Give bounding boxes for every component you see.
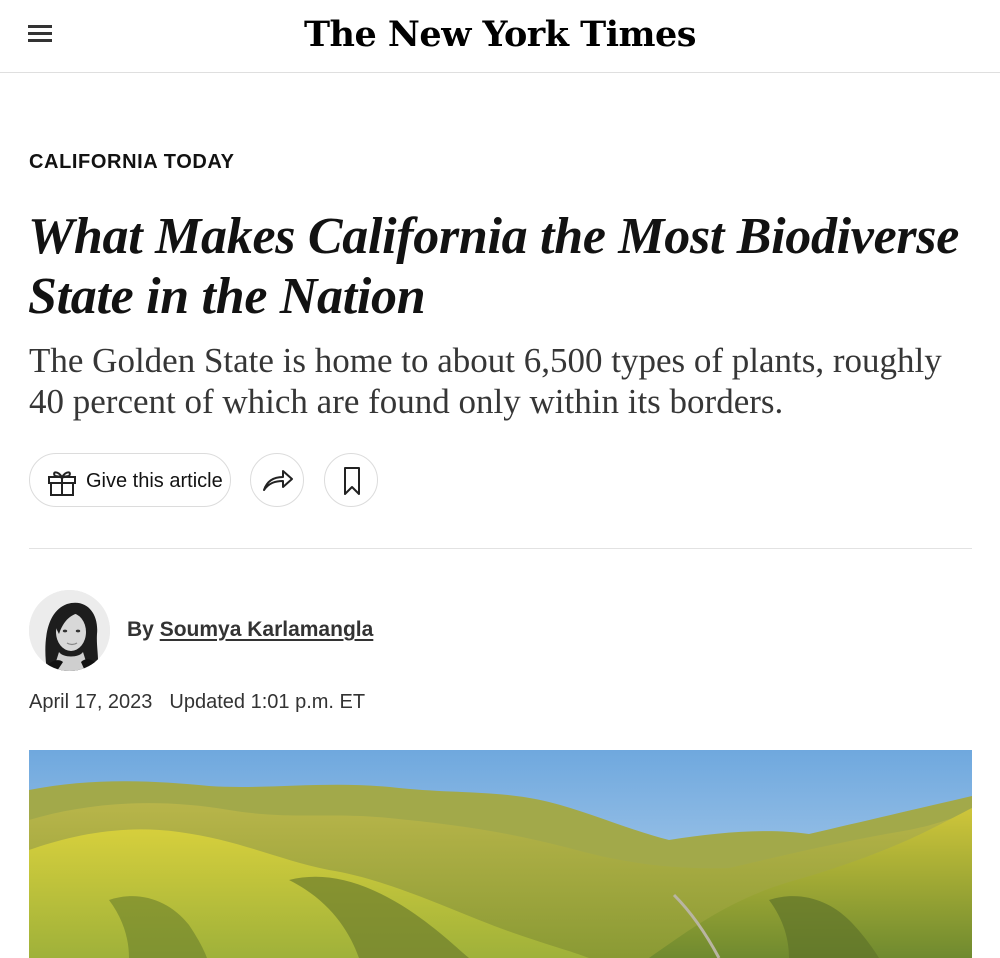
share-button[interactable]: [250, 453, 304, 507]
author-avatar[interactable]: [29, 590, 110, 671]
bookmark-icon: [344, 467, 360, 495]
site-header: The New York Times: [0, 0, 1000, 73]
save-button[interactable]: [324, 453, 378, 507]
byline-prefix: By: [127, 618, 154, 641]
section-divider: [29, 548, 972, 549]
gift-icon: [48, 471, 76, 496]
hills-landscape-image: [29, 750, 972, 958]
hamburger-menu-icon[interactable]: [24, 22, 56, 48]
give-article-button[interactable]: Give this article: [29, 453, 231, 507]
author-portrait-image: [29, 590, 110, 671]
article-headline: What Makes California the Most Biodivers…: [28, 208, 960, 325]
share-arrow-icon: [263, 470, 293, 491]
publish-date: April 17, 2023: [29, 691, 153, 713]
article-summary: The Golden State is home to about 6,500 …: [29, 341, 942, 421]
hero-image[interactable]: [29, 750, 972, 958]
updated-time: Updated 1:01 p.m. ET: [169, 691, 366, 713]
author-link[interactable]: Soumya Karlamangla: [160, 618, 374, 641]
give-article-label: Give this article: [86, 470, 223, 492]
byline: By Soumya Karlamangla: [127, 616, 373, 644]
nyt-logo[interactable]: The New York Times: [300, 12, 700, 60]
dateline: April 17, 2023 Updated 1:01 p.m. ET: [29, 690, 365, 714]
section-kicker[interactable]: CALIFORNIA TODAY: [29, 150, 235, 174]
